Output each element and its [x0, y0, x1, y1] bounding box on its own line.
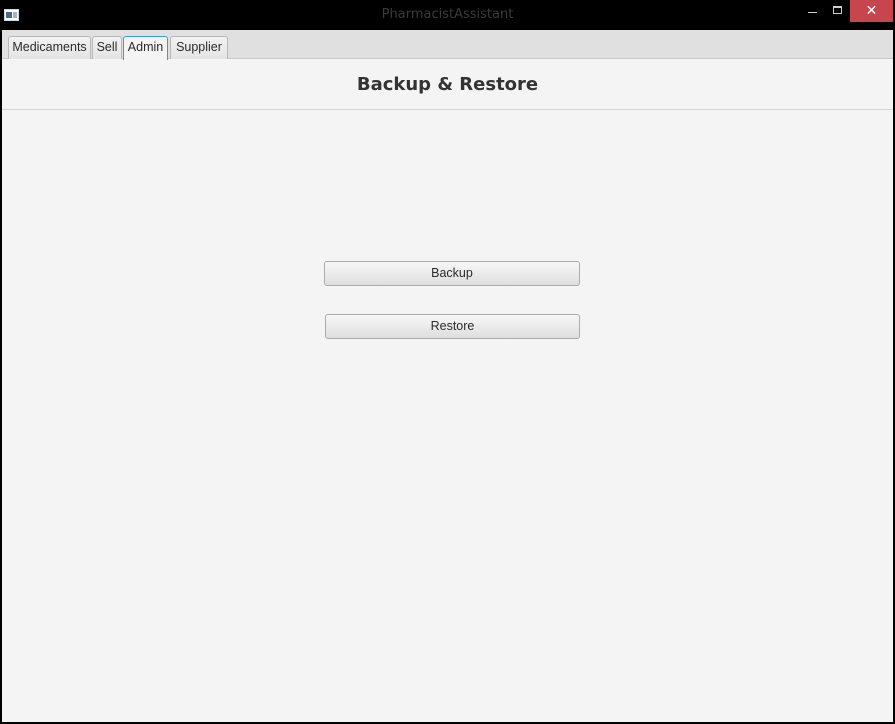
- tab-medicaments[interactable]: Medicaments: [8, 36, 91, 59]
- app-window: PharmacistAssistant ✕ Medicaments Sell A…: [0, 0, 895, 724]
- page-header: Backup & Restore: [2, 59, 893, 110]
- title-bar[interactable]: PharmacistAssistant ✕: [0, 0, 895, 30]
- maximize-icon: [833, 6, 842, 14]
- page-title: Backup & Restore: [356, 74, 539, 95]
- restore-button[interactable]: Restore: [325, 314, 580, 339]
- tab-sell[interactable]: Sell: [92, 36, 122, 59]
- minimize-icon: [808, 12, 817, 13]
- tab-bar: Medicaments Sell Admin Supplier: [2, 30, 893, 60]
- window-title: PharmacistAssistant: [381, 7, 514, 22]
- tab-supplier[interactable]: Supplier: [170, 36, 228, 59]
- close-icon: ✕: [865, 3, 878, 19]
- maximize-button[interactable]: [826, 0, 850, 22]
- minimize-button[interactable]: [800, 0, 826, 22]
- client-area: Medicaments Sell Admin Supplier Backup &…: [2, 30, 893, 722]
- close-button[interactable]: ✕: [850, 0, 893, 22]
- tab-admin[interactable]: Admin: [123, 36, 168, 60]
- backup-button[interactable]: Backup: [324, 261, 580, 286]
